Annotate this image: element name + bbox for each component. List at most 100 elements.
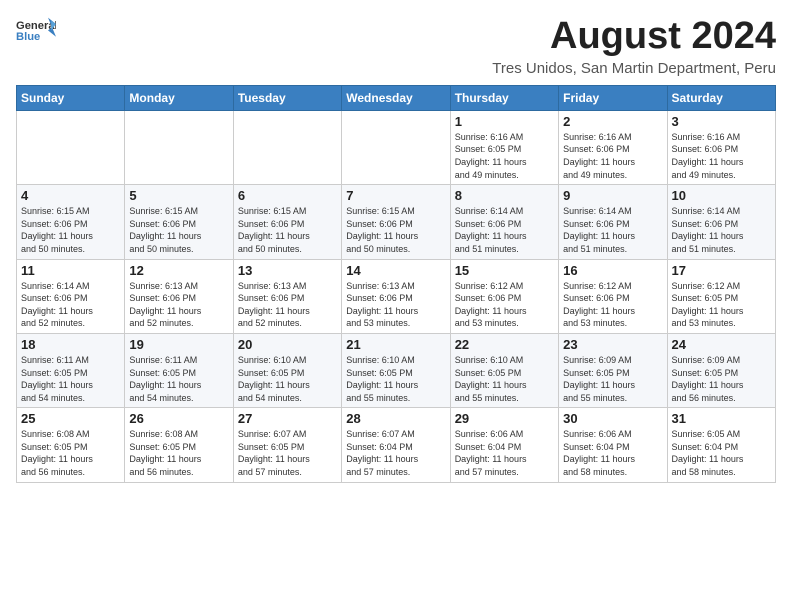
day-info: Sunrise: 6:13 AM Sunset: 6:06 PM Dayligh… <box>238 280 337 330</box>
day-info: Sunrise: 6:10 AM Sunset: 6:05 PM Dayligh… <box>346 354 445 404</box>
day-info: Sunrise: 6:07 AM Sunset: 6:05 PM Dayligh… <box>238 428 337 478</box>
day-info: Sunrise: 6:05 AM Sunset: 6:04 PM Dayligh… <box>672 428 771 478</box>
calendar-cell: 2 Sunrise: 6:16 AM Sunset: 6:06 PM Daylig… <box>559 110 667 184</box>
calendar-cell: 8 Sunrise: 6:14 AM Sunset: 6:06 PM Daylig… <box>450 185 558 259</box>
day-info: Sunrise: 6:16 AM Sunset: 6:06 PM Dayligh… <box>672 131 771 181</box>
calendar-cell: 1 Sunrise: 6:16 AM Sunset: 6:05 PM Daylig… <box>450 110 558 184</box>
day-info: Sunrise: 6:16 AM Sunset: 6:06 PM Dayligh… <box>563 131 662 181</box>
day-header-thursday: Thursday <box>450 85 558 110</box>
calendar-cell <box>125 110 233 184</box>
day-number: 10 <box>672 188 771 203</box>
day-info: Sunrise: 6:10 AM Sunset: 6:05 PM Dayligh… <box>238 354 337 404</box>
calendar-cell: 16Sunrise: 6:12 AM Sunset: 6:06 PM Dayli… <box>559 259 667 333</box>
day-info: Sunrise: 6:13 AM Sunset: 6:06 PM Dayligh… <box>129 280 228 330</box>
day-info: Sunrise: 6:16 AM Sunset: 6:05 PM Dayligh… <box>455 131 554 181</box>
day-number: 19 <box>129 337 228 352</box>
calendar-cell: 25 Sunrise: 6:08 AM Sunset: 6:05 PM Dayli… <box>17 408 125 482</box>
day-number: 30 <box>563 411 662 426</box>
day-info: Sunrise: 6:08 AM Sunset: 6:05 PM Dayligh… <box>21 428 120 478</box>
calendar-cell: 28 Sunrise: 6:07 AM Sunset: 6:04 PM Dayli… <box>342 408 450 482</box>
calendar-cell: 9 Sunrise: 6:14 AM Sunset: 6:06 PM Daylig… <box>559 185 667 259</box>
location-title: Tres Unidos, San Martin Department, Peru <box>492 60 776 77</box>
calendar-cell: 22 Sunrise: 6:10 AM Sunset: 6:05 PM Dayli… <box>450 333 558 407</box>
calendar-cell: 26Sunrise: 6:08 AM Sunset: 6:05 PM Dayli… <box>125 408 233 482</box>
calendar-cell: 20Sunrise: 6:10 AM Sunset: 6:05 PM Dayli… <box>233 333 341 407</box>
logo: General Blue <box>16 16 56 44</box>
calendar-cell: 23 Sunrise: 6:09 AM Sunset: 6:05 PM Dayli… <box>559 333 667 407</box>
calendar-cell: 4Sunrise: 6:15 AM Sunset: 6:06 PM Daylig… <box>17 185 125 259</box>
day-header-monday: Monday <box>125 85 233 110</box>
day-number: 12 <box>129 263 228 278</box>
day-number: 9 <box>563 188 662 203</box>
day-info: Sunrise: 6:10 AM Sunset: 6:05 PM Dayligh… <box>455 354 554 404</box>
calendar-cell: 15 Sunrise: 6:12 AM Sunset: 6:06 PM Dayli… <box>450 259 558 333</box>
calendar-cell: 21Sunrise: 6:10 AM Sunset: 6:05 PM Dayli… <box>342 333 450 407</box>
day-info: Sunrise: 6:15 AM Sunset: 6:06 PM Dayligh… <box>346 205 445 255</box>
week-row-2: 4 Sunrise: 6:15 AM Sunset: 6:06 PM Daylig… <box>17 185 776 259</box>
day-info: Sunrise: 6:15 AM Sunset: 6:06 PM Dayligh… <box>238 205 337 255</box>
day-number: 11 <box>21 263 120 278</box>
day-number: 4 <box>21 188 120 203</box>
title-area: August 2024 Tres Unidos, San Martin Depa… <box>492 16 776 77</box>
calendar-cell <box>233 110 341 184</box>
day-header-friday: Friday <box>559 85 667 110</box>
day-number: 14 <box>346 263 445 278</box>
generalblue-icon: General Blue <box>16 16 56 44</box>
calendar-cell: 13Sunrise: 6:13 AM Sunset: 6:06 PM Dayli… <box>233 259 341 333</box>
header-row: SundayMondayTuesdayWednesdayThursdayFrid… <box>17 85 776 110</box>
day-info: Sunrise: 6:08 AM Sunset: 6:05 PM Dayligh… <box>129 428 228 478</box>
day-number: 6 <box>238 188 337 203</box>
month-title: August 2024 <box>492 16 776 58</box>
day-info: Sunrise: 6:12 AM Sunset: 6:06 PM Dayligh… <box>455 280 554 330</box>
calendar-table: SundayMondayTuesdayWednesdayThursdayFrid… <box>16 85 776 483</box>
day-info: Sunrise: 6:11 AM Sunset: 6:05 PM Dayligh… <box>129 354 228 404</box>
day-number: 28 <box>346 411 445 426</box>
day-info: Sunrise: 6:12 AM Sunset: 6:05 PM Dayligh… <box>672 280 771 330</box>
day-info: Sunrise: 6:09 AM Sunset: 6:05 PM Dayligh… <box>563 354 662 404</box>
day-info: Sunrise: 6:14 AM Sunset: 6:06 PM Dayligh… <box>21 280 120 330</box>
day-number: 17 <box>672 263 771 278</box>
day-number: 1 <box>455 114 554 129</box>
calendar-cell: 3 Sunrise: 6:16 AM Sunset: 6:06 PM Daylig… <box>667 110 775 184</box>
calendar-cell: 17 Sunrise: 6:12 AM Sunset: 6:05 PM Dayli… <box>667 259 775 333</box>
day-info: Sunrise: 6:14 AM Sunset: 6:06 PM Dayligh… <box>563 205 662 255</box>
calendar-cell: 5Sunrise: 6:15 AM Sunset: 6:06 PM Daylig… <box>125 185 233 259</box>
svg-text:Blue: Blue <box>16 31 40 43</box>
day-info: Sunrise: 6:14 AM Sunset: 6:06 PM Dayligh… <box>672 205 771 255</box>
day-number: 8 <box>455 188 554 203</box>
day-number: 2 <box>563 114 662 129</box>
calendar-cell: 18Sunrise: 6:11 AM Sunset: 6:05 PM Dayli… <box>17 333 125 407</box>
calendar-cell: 27 Sunrise: 6:07 AM Sunset: 6:05 PM Dayli… <box>233 408 341 482</box>
day-number: 31 <box>672 411 771 426</box>
day-info: Sunrise: 6:07 AM Sunset: 6:04 PM Dayligh… <box>346 428 445 478</box>
day-header-sunday: Sunday <box>17 85 125 110</box>
day-number: 24 <box>672 337 771 352</box>
day-number: 25 <box>21 411 120 426</box>
calendar-cell: 31 Sunrise: 6:05 AM Sunset: 6:04 PM Dayli… <box>667 408 775 482</box>
calendar-cell: 7 Sunrise: 6:15 AM Sunset: 6:06 PM Daylig… <box>342 185 450 259</box>
day-number: 15 <box>455 263 554 278</box>
day-number: 29 <box>455 411 554 426</box>
day-number: 5 <box>129 188 228 203</box>
week-row-5: 25 Sunrise: 6:08 AM Sunset: 6:05 PM Dayli… <box>17 408 776 482</box>
week-row-4: 18Sunrise: 6:11 AM Sunset: 6:05 PM Dayli… <box>17 333 776 407</box>
header: General Blue August 2024 Tres Unidos, Sa… <box>16 16 776 77</box>
day-header-wednesday: Wednesday <box>342 85 450 110</box>
day-number: 22 <box>455 337 554 352</box>
calendar-cell <box>17 110 125 184</box>
day-info: Sunrise: 6:14 AM Sunset: 6:06 PM Dayligh… <box>455 205 554 255</box>
day-number: 23 <box>563 337 662 352</box>
day-info: Sunrise: 6:06 AM Sunset: 6:04 PM Dayligh… <box>455 428 554 478</box>
day-number: 7 <box>346 188 445 203</box>
calendar-cell: 11 Sunrise: 6:14 AM Sunset: 6:06 PM Dayli… <box>17 259 125 333</box>
day-header-saturday: Saturday <box>667 85 775 110</box>
calendar-cell: 10 Sunrise: 6:14 AM Sunset: 6:06 PM Dayli… <box>667 185 775 259</box>
day-info: Sunrise: 6:06 AM Sunset: 6:04 PM Dayligh… <box>563 428 662 478</box>
day-number: 27 <box>238 411 337 426</box>
calendar-cell: 29 Sunrise: 6:06 AM Sunset: 6:04 PM Dayli… <box>450 408 558 482</box>
calendar-cell: 14Sunrise: 6:13 AM Sunset: 6:06 PM Dayli… <box>342 259 450 333</box>
day-number: 3 <box>672 114 771 129</box>
calendar-cell: 19 Sunrise: 6:11 AM Sunset: 6:05 PM Dayli… <box>125 333 233 407</box>
calendar-cell: 24Sunrise: 6:09 AM Sunset: 6:05 PM Dayli… <box>667 333 775 407</box>
calendar-cell: 6 Sunrise: 6:15 AM Sunset: 6:06 PM Daylig… <box>233 185 341 259</box>
